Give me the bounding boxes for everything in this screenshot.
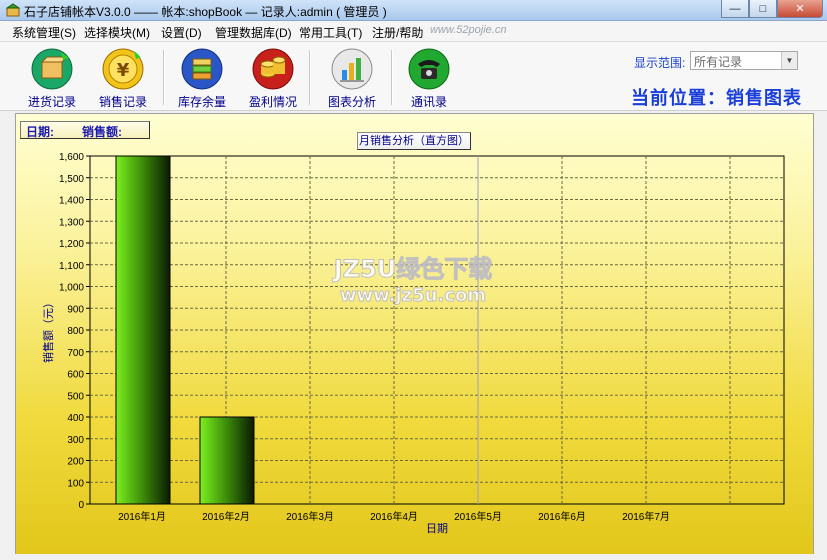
y-tick-label: 1,600 xyxy=(59,152,84,163)
y-tick-label: 500 xyxy=(67,391,84,402)
y-tick-label: 1,000 xyxy=(59,283,84,294)
y-tick-label: 1,500 xyxy=(59,174,84,185)
y-tick-label: 900 xyxy=(67,304,84,315)
x-tick-label: 2016年1月 xyxy=(118,510,166,523)
y-tick-label: 1,300 xyxy=(59,217,84,228)
y-tick-label: 1,400 xyxy=(59,196,84,207)
y-tick-label: 1,200 xyxy=(59,239,84,250)
x-tick-label: 2016年2月 xyxy=(202,510,250,523)
y-tick-label: 1,100 xyxy=(59,261,84,272)
x-tick-label: 2016年4月 xyxy=(370,510,418,523)
bar-1 xyxy=(115,155,171,505)
x-tick-label: 2016年6月 xyxy=(538,510,586,523)
y-tick-label: 800 xyxy=(67,326,84,337)
watermark-url: www.jz5u.com xyxy=(340,285,486,306)
watermark-title: JZ5U绿色下载 xyxy=(332,255,493,283)
y-axis-title: 销售额（元） xyxy=(41,297,55,363)
x-tick-label: 2016年5月 xyxy=(454,510,502,523)
x-tick-label: 2016年3月 xyxy=(286,510,334,523)
sales-bar-chart: 0 100 200 300 400 500 600 700 800 900 1,000 1,100 1,… xyxy=(41,152,785,535)
y-tick-label: 700 xyxy=(67,348,84,359)
chart-grid xyxy=(89,155,785,505)
y-tick-label: 600 xyxy=(67,370,84,381)
y-tick-label: 200 xyxy=(67,457,84,468)
y-tick-label: 100 xyxy=(67,478,84,489)
y-tick-label: 300 xyxy=(67,435,84,446)
y-tick-label: 400 xyxy=(67,413,84,424)
x-tick-label: 2016年7月 xyxy=(622,510,670,523)
status-strip xyxy=(0,554,827,560)
x-axis-title: 日期 xyxy=(426,522,448,535)
y-tick-label: 0 xyxy=(78,500,84,511)
bar-2 xyxy=(199,416,255,505)
watermark: JZ5U绿色下载 www.jz5u.com xyxy=(331,255,493,307)
